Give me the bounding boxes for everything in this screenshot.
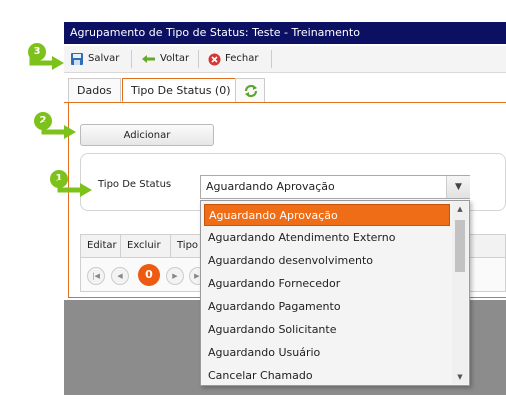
column-header-excluir[interactable]: Excluir [121,235,171,257]
dropdown-option[interactable]: Aguardando Solicitante [204,319,450,341]
first-page-icon: |◀ [92,272,100,280]
previous-page-button[interactable]: ◀ [111,267,129,285]
dropdown-option[interactable]: Aguardando Pagamento [204,296,450,318]
dropdown-option[interactable]: Aguardando Aprovação [204,204,450,226]
callout-arrow-icon [29,53,64,70]
status-type-label: Tipo De Status [98,179,172,190]
triangle-down-icon: ▼ [455,182,462,192]
save-button[interactable]: Salvar [70,49,119,69]
toolbar: Salvar Voltar Fechar [64,46,506,73]
dropdown-option[interactable]: Aguardando desenvolvimento [204,250,450,272]
first-page-button[interactable]: |◀ [87,267,105,285]
toolbar-divider [131,50,132,68]
status-type-dropdown-list: Aguardando Aprovação Aguardando Atendime… [200,200,470,386]
back-button[interactable]: Voltar [142,49,189,69]
scroll-up-icon[interactable]: ▲ [452,202,468,216]
back-label: Voltar [160,53,190,64]
column-header-editar[interactable]: Editar [81,235,121,257]
arrow-left-icon [142,55,155,63]
refresh-tab[interactable] [235,78,265,102]
dropdown-option[interactable]: Cancelar Chamado [204,365,450,387]
floppy-disk-icon [71,53,83,65]
tab-tipo-de-status[interactable]: Tipo De Status (0) [122,78,240,102]
close-icon [208,53,221,65]
select-dropdown-button[interactable]: ▼ [446,176,470,198]
toolbar-divider [271,50,272,68]
add-button[interactable]: Adicionar [80,124,214,146]
callout-arrow-icon [57,180,92,197]
toolbar-divider [198,50,199,68]
next-page-icon: ▶ [172,272,178,280]
scrollbar-thumb[interactable] [455,220,465,272]
dropdown-scrollbar[interactable]: ▲ ▼ [452,202,468,384]
dropdown-option[interactable]: Aguardando Usuário [204,342,450,364]
close-label: Fechar [225,53,259,64]
scroll-down-icon[interactable]: ▼ [452,370,468,384]
dropdown-option[interactable]: Aguardando Fornecedor [204,273,450,295]
status-type-select[interactable]: Aguardando Aprovação [200,175,470,199]
previous-page-icon: ◀ [117,272,123,280]
current-page-button[interactable]: 0 [138,264,160,286]
tab-dados[interactable]: Dados [68,78,121,102]
save-label: Salvar [88,53,120,64]
callout-arrow-icon [41,122,76,139]
window-title: Agrupamento de Tipo de Status: Teste - T… [64,22,506,44]
close-button[interactable]: Fechar [208,49,258,69]
next-page-button[interactable]: ▶ [166,267,184,285]
dropdown-option[interactable]: Aguardando Atendimento Externo [204,227,450,249]
refresh-icon [244,84,258,98]
